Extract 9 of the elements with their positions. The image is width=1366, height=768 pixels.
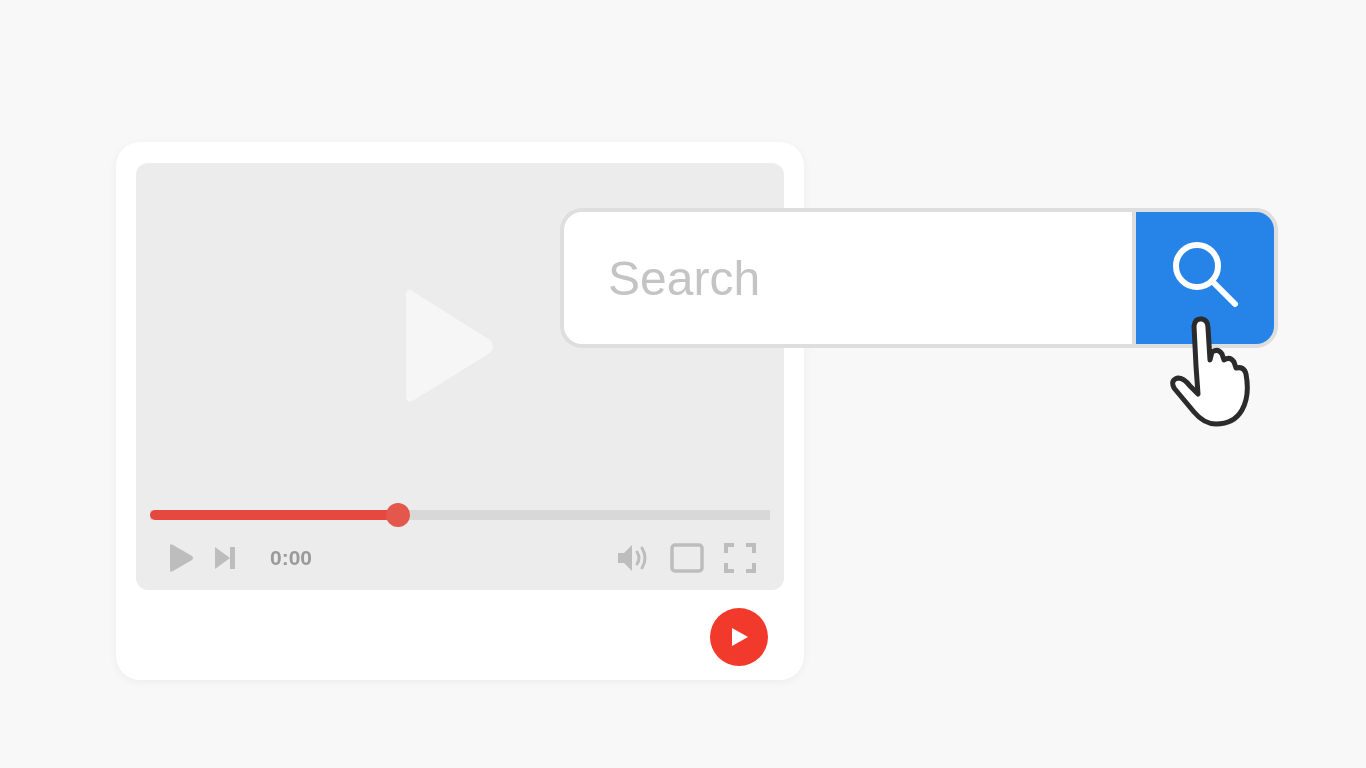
play-logo-button[interactable] <box>710 608 768 666</box>
search-button[interactable] <box>1132 208 1278 348</box>
window-icon[interactable] <box>670 543 704 573</box>
progress-thumb[interactable] <box>386 503 410 527</box>
fullscreen-icon[interactable] <box>724 543 756 573</box>
time-label: 0:00 <box>270 546 314 570</box>
search-field[interactable]: Search <box>560 208 1132 348</box>
play-icon[interactable] <box>168 543 194 573</box>
skip-next-icon[interactable] <box>214 546 236 570</box>
